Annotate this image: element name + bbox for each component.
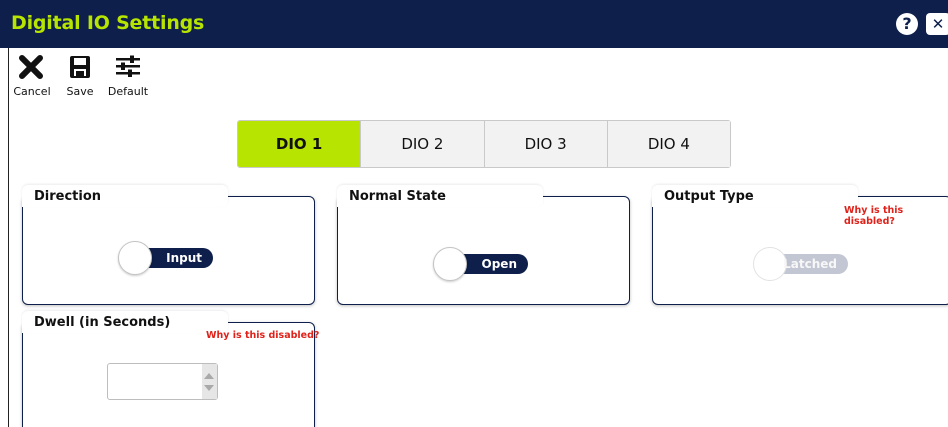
normal-state-toggle[interactable]: Open	[433, 247, 528, 281]
direction-value: Input	[166, 251, 202, 265]
output-type-toggle[interactable]: Latched	[753, 247, 848, 281]
normal-state-card: Open	[337, 196, 630, 305]
normal-state-value: Open	[481, 257, 517, 271]
output-type-why-disabled-link[interactable]: Why is this disabled?	[844, 205, 948, 227]
save-label: Save	[66, 85, 94, 98]
stepper-down-icon[interactable]	[204, 385, 214, 391]
save-icon	[70, 56, 90, 78]
normal-state-label: Normal State	[337, 185, 543, 207]
stepper-up-icon[interactable]	[204, 373, 214, 379]
tab-dio-3[interactable]: DIO 3	[484, 121, 608, 167]
left-divider	[8, 48, 9, 427]
window-title: Digital IO Settings	[11, 12, 205, 34]
tab-dio-4[interactable]: DIO 4	[607, 121, 730, 167]
close-icon[interactable]: ✕	[926, 13, 948, 35]
cancel-label: Cancel	[13, 85, 51, 98]
dwell-label: Dwell (in Seconds)	[22, 311, 228, 333]
toggle-knob	[433, 247, 467, 281]
help-icon[interactable]: ?	[896, 13, 918, 35]
dwell-why-disabled-link[interactable]: Why is this disabled?	[206, 330, 319, 341]
cancel-button[interactable]: Cancel	[10, 52, 54, 98]
toggle-knob	[753, 247, 787, 281]
tab-dio-1[interactable]: DIO 1	[238, 121, 362, 167]
direction-label: Direction	[22, 185, 228, 207]
stepper-arrows	[202, 364, 217, 399]
output-type-value: Latched	[783, 257, 837, 271]
title-bar: Digital IO Settings ? ✕	[0, 0, 948, 48]
default-button[interactable]: Default	[104, 52, 152, 98]
tab-dio-2[interactable]: DIO 2	[361, 121, 485, 167]
dio-tabs: DIO 1 DIO 2 DIO 3 DIO 4	[237, 120, 731, 168]
direction-toggle[interactable]: Input	[118, 241, 213, 275]
direction-card: Input	[22, 196, 315, 305]
dwell-stepper	[107, 363, 218, 400]
sliders-icon	[116, 55, 140, 77]
toggle-knob	[118, 241, 152, 275]
dwell-input[interactable]	[108, 364, 202, 399]
save-button[interactable]: Save	[62, 52, 98, 98]
output-type-label: Output Type	[652, 185, 858, 207]
close-x-icon	[19, 55, 43, 79]
default-label: Default	[107, 85, 149, 98]
